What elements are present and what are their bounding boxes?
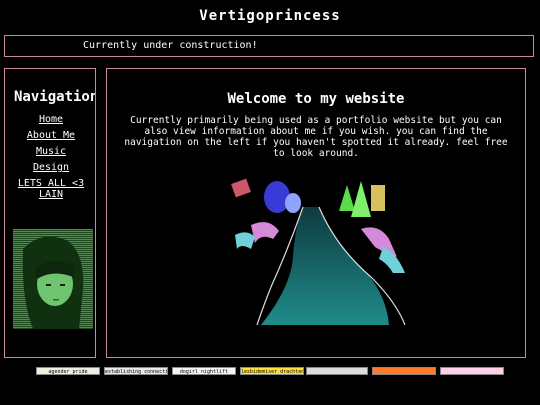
intro-paragraph: Currently primarily being used as a port…	[124, 115, 508, 159]
nav-list: Home About Me Music Design LETS ALL <3 L…	[5, 114, 95, 205]
vaporwave-river-image	[211, 177, 419, 325]
main-content: Welcome to my website Currently primaril…	[106, 68, 526, 358]
sidebar-title: Navigation	[14, 89, 96, 105]
nav-link-music[interactable]: Music	[5, 146, 95, 157]
footer-button-row: agender pride establishing connection do…	[36, 367, 506, 381]
site-title: Vertigoprincess	[199, 8, 341, 24]
construction-banner: Currently under construction!	[4, 35, 534, 57]
banner-text: Currently under construction!	[83, 40, 258, 51]
orange-button[interactable]	[372, 367, 436, 375]
lain-portrait-image	[13, 229, 93, 329]
dogirl-button[interactable]: dogirl nightlift	[172, 367, 236, 375]
pink-button[interactable]	[440, 367, 504, 375]
welcome-heading: Welcome to my website	[227, 91, 405, 107]
lesbian-pride-button[interactable]: lesbidemiser drachten	[240, 367, 304, 375]
sidebar-navigation: Navigation Home About Me Music Design LE…	[4, 68, 96, 358]
grey-button[interactable]	[306, 367, 368, 375]
nav-link-lain[interactable]: LETS ALL <3 LAIN	[5, 178, 95, 200]
nav-link-about-me[interactable]: About Me	[5, 130, 95, 141]
establishing-connection-button[interactable]: establishing connection	[104, 367, 168, 375]
nav-link-design[interactable]: Design	[5, 162, 95, 173]
nav-link-home[interactable]: Home	[5, 114, 95, 125]
agender-pride-button[interactable]: agender pride	[36, 367, 100, 375]
